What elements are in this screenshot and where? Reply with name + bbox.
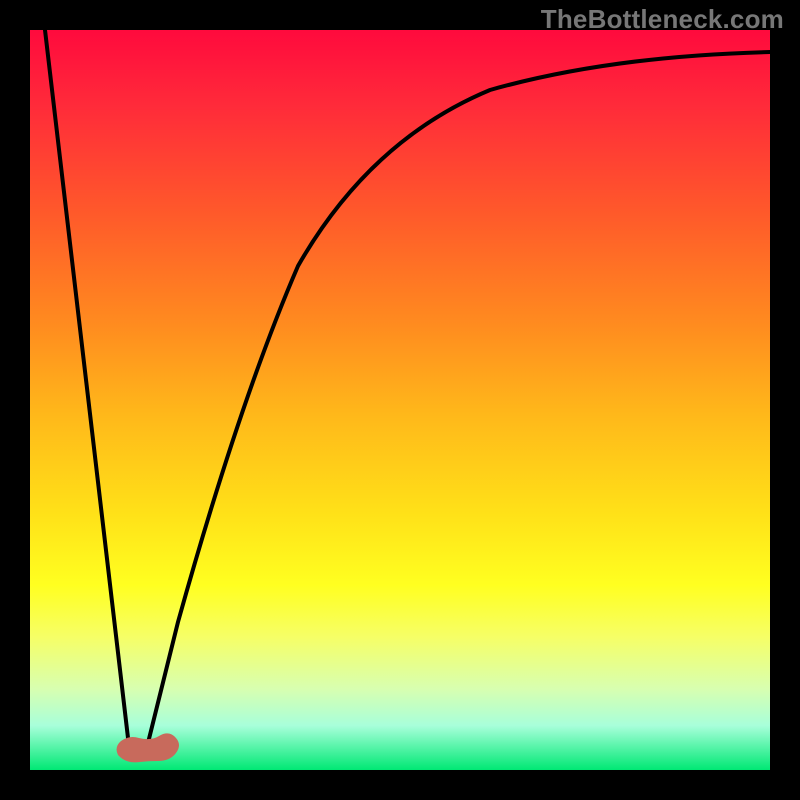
watermark-text: TheBottleneck.com (541, 4, 784, 35)
chart-frame: TheBottleneck.com (0, 0, 800, 800)
plot-area (30, 30, 770, 770)
marker-blob (117, 733, 179, 762)
bottleneck-curve (45, 30, 770, 759)
curve-svg (30, 30, 770, 770)
